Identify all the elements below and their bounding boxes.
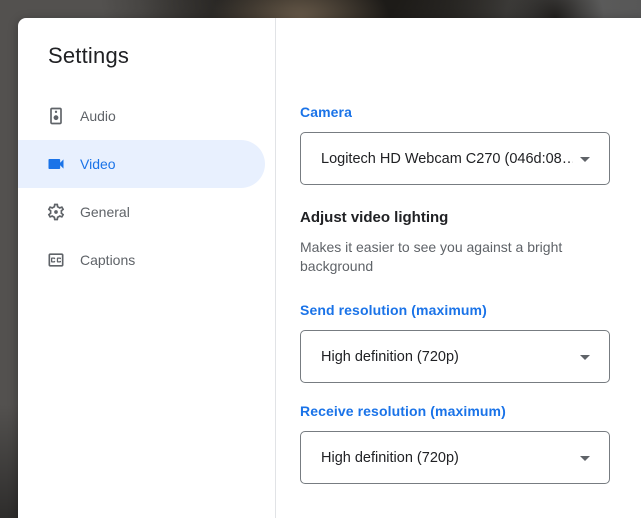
- sidebar-item-general[interactable]: General: [18, 188, 275, 236]
- camera-label: Camera: [300, 104, 352, 120]
- sidebar-item-captions[interactable]: Captions: [18, 236, 275, 284]
- gear-icon: [46, 202, 66, 222]
- sidebar-item-label: General: [80, 204, 130, 220]
- receive-resolution-label: Receive resolution (maximum): [300, 403, 506, 419]
- chevron-down-icon: [573, 345, 597, 369]
- receive-resolution-value: High definition (720p): [321, 449, 459, 466]
- chevron-down-icon: [573, 446, 597, 470]
- settings-sidebar: Settings Audio Video General Captions: [18, 18, 276, 518]
- settings-dialog: Settings Audio Video General Captions Ca…: [18, 18, 641, 518]
- adjust-lighting-description: Makes it easier to see you against a bri…: [300, 239, 563, 274]
- camera-select-value: Logitech HD Webcam C270 (046d:08…: [321, 150, 573, 167]
- chevron-down-icon: [573, 147, 597, 171]
- send-resolution-value: High definition (720p): [321, 348, 459, 365]
- videocam-icon: [46, 154, 66, 174]
- speaker-icon: [46, 106, 66, 126]
- sidebar-item-label: Audio: [80, 108, 116, 124]
- sidebar-item-label: Video: [80, 156, 116, 172]
- dialog-title: Settings: [48, 43, 130, 68]
- receive-resolution-select[interactable]: High definition (720p): [300, 431, 610, 484]
- settings-nav: Audio Video General Captions: [18, 92, 275, 284]
- video-settings-panel: Camera Logitech HD Webcam C270 (046d:08……: [276, 18, 641, 518]
- camera-select[interactable]: Logitech HD Webcam C270 (046d:08…: [300, 132, 610, 185]
- captions-icon: [46, 250, 66, 270]
- sidebar-item-label: Captions: [80, 252, 136, 268]
- adjust-lighting-heading: Adjust video lighting: [300, 209, 449, 226]
- sidebar-item-audio[interactable]: Audio: [18, 92, 275, 140]
- send-resolution-label: Send resolution (maximum): [300, 302, 487, 318]
- send-resolution-select[interactable]: High definition (720p): [300, 330, 610, 383]
- sidebar-item-video[interactable]: Video: [18, 140, 265, 188]
